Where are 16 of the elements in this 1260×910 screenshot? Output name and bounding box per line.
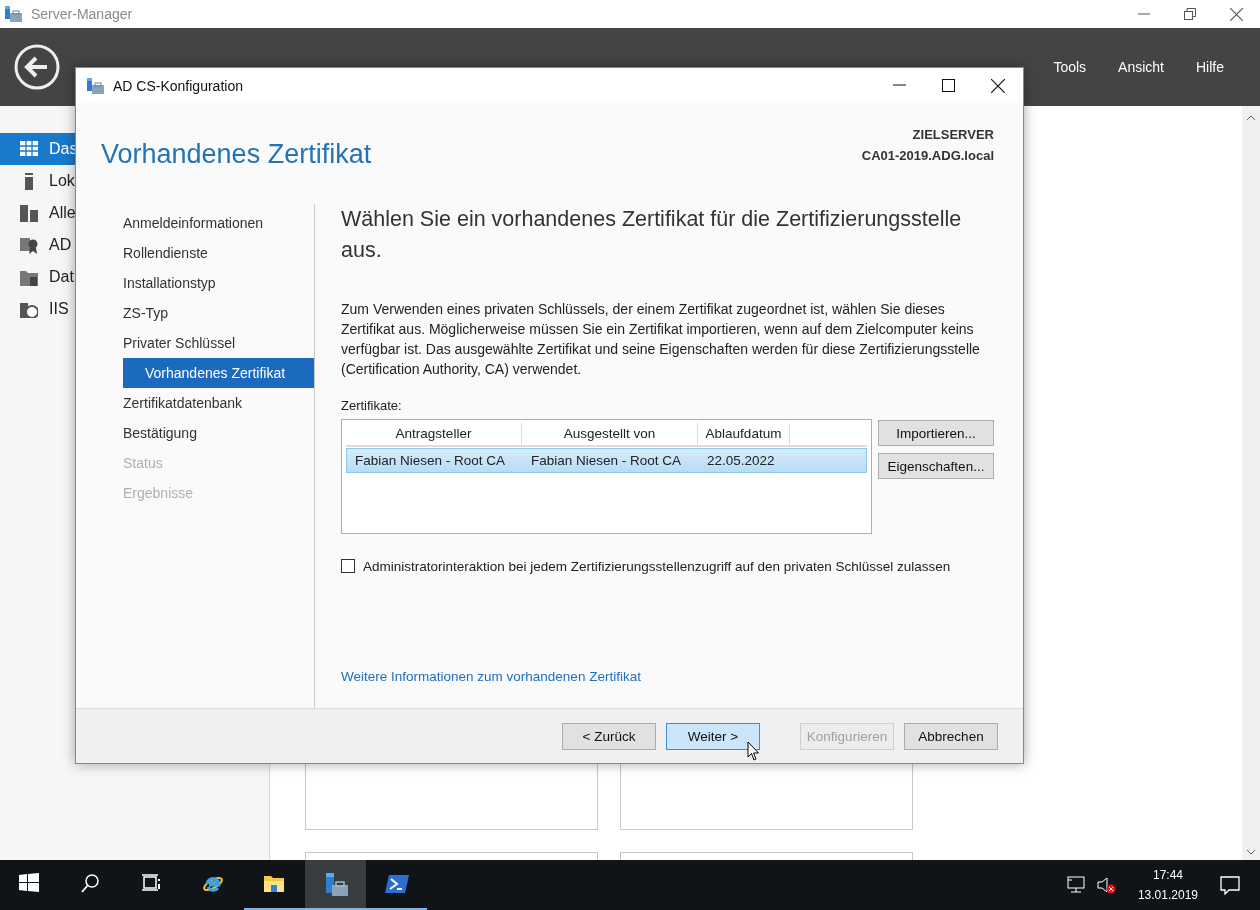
instruction-text: Wählen Sie ein vorhandenes Zertifikat für die Zertifizierungsstelle aus.	[341, 206, 963, 264]
window-title: Server-Manager	[31, 6, 133, 22]
list-cell-text: 22.05.2022	[706, 453, 776, 468]
wizard-step: Ergebnisse	[123, 478, 314, 508]
dialog-title: AD CS-Konfiguration	[113, 77, 243, 94]
clock-time: 17:44	[1151, 867, 1184, 884]
list-cell-text: Fabian Niesen - Root CA	[530, 453, 683, 468]
list-cell-text: Fabian Niesen - Root CA	[354, 453, 507, 468]
list-label: Zertifikate:	[341, 398, 403, 413]
description-text: Zum Verwenden eines privaten Schlüssels, der einem Zertifikat zugeordnet ist, wählen Sie dieses Zertifikat aus. Möglicherweise müssen Sie ein Zertifikat importieren, wenn auf dem Zielcomputer keins verfügbar ist. Das ausgewählte Zertifikat und seine Eigenschaften werden für diese Zertifizierungsstelle (Certification Authority, CA) verwendet.	[341, 300, 981, 379]
page-heading: Vorhandenes Zertifikat	[101, 139, 372, 171]
checkbox-label: Administratorinteraktion bei jedem Zertifizierungsstellenzugriff auf den privaten Schlüssel zulassen	[363, 558, 951, 576]
wizard-step: Status	[123, 448, 314, 478]
target-label: ZIELSERVER	[911, 126, 994, 144]
clock-date: 13.01.2019	[1137, 887, 1198, 904]
target-server: CA01-2019.ADG.local	[861, 147, 994, 165]
